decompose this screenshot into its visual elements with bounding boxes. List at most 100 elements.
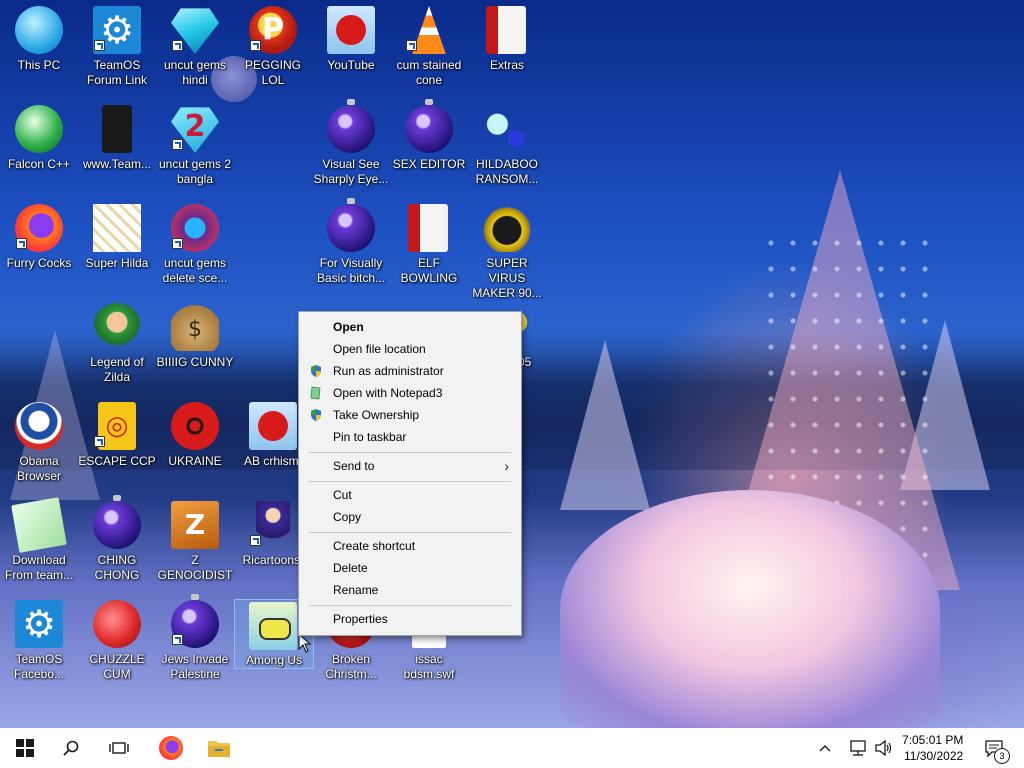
uac-shield-icon bbox=[311, 365, 321, 377]
obama-logo-icon bbox=[15, 402, 63, 450]
shortcut-arrow-icon bbox=[94, 40, 105, 51]
desktop-icon-super-hilda[interactable]: Super Hilda bbox=[78, 198, 156, 292]
clock[interactable]: 7:05:01 PM 11/30/2022 bbox=[896, 728, 968, 768]
menu-separator bbox=[309, 605, 511, 606]
desktop-icon-youtube[interactable]: YouTube bbox=[312, 0, 390, 94]
desktop[interactable]: This PC Falcon C++ Furry Cocks Obama Bro… bbox=[0, 0, 1024, 728]
menu-separator bbox=[309, 452, 511, 453]
desktop-icon-ching-chong[interactable]: CHING CHONG bbox=[78, 495, 156, 589]
desktop-icon-ukraine[interactable]: UKRAINE bbox=[156, 396, 234, 490]
desktop-icon-sex-editor[interactable]: SEX EDITOR bbox=[390, 99, 468, 193]
menu-item-open-file-location[interactable]: Open file location bbox=[299, 338, 519, 360]
desktop-icon-teamos-forum-link[interactable]: ⚙ TeamOS Forum Link bbox=[78, 0, 156, 94]
z-block-icon: Z bbox=[171, 501, 219, 549]
taskbar: 7:05:01 PM 11/30/2022 3 bbox=[0, 728, 1024, 768]
windows-logo-icon bbox=[16, 739, 34, 757]
search-button[interactable] bbox=[48, 728, 94, 768]
icon-label: ESCAPE CCP bbox=[78, 454, 156, 468]
menu-item-label: Run as administrator bbox=[333, 364, 444, 378]
volume-button[interactable] bbox=[872, 728, 896, 768]
shortcut-arrow-icon bbox=[16, 238, 27, 249]
ornament-ball-icon bbox=[327, 198, 375, 252]
icon-label: cum stained cone bbox=[396, 58, 462, 87]
desktop-icon-falcon-cpp[interactable]: Falcon C++ bbox=[0, 99, 78, 193]
desktop-icon-z-genocidist[interactable]: Z Z GENOCIDIST bbox=[156, 495, 234, 589]
menu-item-label: Send to bbox=[333, 459, 375, 473]
menu-item-rename[interactable]: Rename bbox=[299, 579, 519, 601]
shortcut-arrow-icon bbox=[172, 40, 183, 51]
menu-item-copy[interactable]: Copy bbox=[299, 506, 519, 528]
desktop-icon-biiiig-cunny[interactable]: $ BIIIIG CUNNY bbox=[156, 297, 234, 391]
menu-separator bbox=[309, 532, 511, 533]
menu-item-open-with-notepad3[interactable]: Open with Notepad3 bbox=[299, 382, 519, 404]
taskbar-firefox[interactable] bbox=[148, 728, 194, 768]
shortcut-arrow-icon bbox=[172, 139, 183, 150]
icon-label: TeamOS Facebo... bbox=[13, 652, 65, 681]
uac-shield-icon bbox=[311, 409, 321, 421]
speaker-icon bbox=[875, 739, 892, 757]
icon-label: Jews Invade Palestine bbox=[161, 652, 229, 681]
desktop-icon-chuzzle-cum[interactable]: CHUZZLE CUM bbox=[78, 594, 156, 688]
shortcut-arrow-icon bbox=[250, 535, 261, 546]
icon-label: Furry Cocks bbox=[6, 256, 72, 270]
shortcut-arrow-icon bbox=[94, 436, 105, 447]
taskbar-file-explorer[interactable] bbox=[196, 728, 242, 768]
menu-item-send-to[interactable]: Send to › bbox=[299, 455, 519, 477]
clock-time: 7:05:01 PM bbox=[902, 733, 964, 747]
desktop-icon-super-virus-maker[interactable]: SUPER VIRUS MAKER 90... bbox=[468, 198, 546, 300]
icon-label: SUPER VIRUS MAKER 90... bbox=[472, 256, 542, 300]
desktop-icon-furry-cocks[interactable]: Furry Cocks bbox=[0, 198, 78, 292]
task-view-button[interactable] bbox=[96, 728, 142, 768]
menu-separator bbox=[309, 481, 511, 482]
menu-item-create-shortcut[interactable]: Create shortcut bbox=[299, 535, 519, 557]
virus-maker-icon bbox=[483, 204, 531, 252]
desktop-icon-escape-ccp[interactable]: ◎ ESCAPE CCP bbox=[78, 396, 156, 490]
cartoon-character-icon bbox=[256, 501, 290, 549]
desktop-icon-visual-see-sharply[interactable]: Visual See Sharply Eye... bbox=[312, 99, 390, 193]
action-center-button[interactable]: 3 bbox=[978, 728, 1010, 768]
desktop-icon-cum-stained-cone[interactable]: cum stained cone bbox=[390, 0, 468, 94]
icon-label: UKRAINE bbox=[168, 454, 222, 468]
clock-date: 11/30/2022 bbox=[904, 749, 964, 763]
angry-bird-icon bbox=[327, 6, 375, 54]
desktop-icon-pegging-lol[interactable]: P PEGGING LOL bbox=[234, 0, 312, 94]
show-hidden-icons-button[interactable] bbox=[814, 728, 836, 768]
menu-item-open[interactable]: Open bbox=[299, 316, 519, 338]
radiation-icon bbox=[171, 402, 219, 450]
desktop-icon-uncut-gems-hindi[interactable]: uncut gems hindi bbox=[156, 0, 234, 94]
icon-label: Broken Christm... bbox=[325, 652, 377, 681]
menu-item-properties[interactable]: Properties bbox=[299, 608, 519, 630]
desktop-icon-elf-bowling[interactable]: ELF BOWLING bbox=[390, 198, 468, 292]
shortcut-arrow-icon bbox=[406, 40, 417, 51]
desktop-icon-for-visually-basic[interactable]: For Visually Basic bitch... bbox=[312, 198, 390, 292]
wallpaper-pine bbox=[560, 340, 650, 510]
desktop-icon-jews-invade-palestine[interactable]: Jews Invade Palestine bbox=[156, 594, 234, 688]
icon-label: PEGGING LOL bbox=[244, 58, 301, 87]
money-bag-icon: $ bbox=[171, 303, 219, 351]
desktop-icon-legend-of-zilda[interactable]: Legend of Zilda bbox=[78, 297, 156, 391]
computer-icon bbox=[15, 6, 63, 54]
start-button[interactable] bbox=[2, 728, 48, 768]
shortcut-arrow-icon bbox=[172, 238, 183, 249]
menu-item-take-ownership[interactable]: Take Ownership bbox=[299, 404, 519, 426]
desktop-icon-download-from-team[interactable]: Download From team... bbox=[0, 495, 78, 589]
menu-item-pin-to-taskbar[interactable]: Pin to taskbar bbox=[299, 426, 519, 448]
icon-label: Legend of Zilda bbox=[90, 355, 144, 384]
menu-item-run-as-administrator[interactable]: Run as administrator bbox=[299, 360, 519, 382]
mouse-cursor-icon bbox=[298, 633, 312, 653]
desktop-icon-uncut-gems-2-bangla[interactable]: 2 uncut gems 2 bangla bbox=[156, 99, 234, 193]
menu-item-label: Open with Notepad3 bbox=[333, 386, 443, 400]
desktop-icon-this-pc[interactable]: This PC bbox=[0, 0, 78, 94]
desktop-icon-teamos-facebook[interactable]: ⚙ TeamOS Facebo... bbox=[0, 594, 78, 688]
desktop-icon-www-team[interactable]: www.Team... bbox=[78, 99, 156, 193]
menu-item-delete[interactable]: Delete bbox=[299, 557, 519, 579]
desktop-icon-uncut-gems-delete[interactable]: uncut gems delete sce... bbox=[156, 198, 234, 292]
desktop-icon-extras[interactable]: Extras bbox=[468, 0, 546, 94]
desktop-icon-hildaboo-ransom[interactable]: HILDABOO RANSOM... bbox=[468, 99, 546, 193]
network-button[interactable] bbox=[846, 728, 870, 768]
desktop-icon-obama-browser[interactable]: Obama Browser bbox=[0, 396, 78, 490]
icon-label: SEX EDITOR bbox=[392, 157, 466, 171]
icon-label: Z GENOCIDIST bbox=[157, 553, 233, 582]
icon-label: uncut gems 2 bangla bbox=[158, 157, 232, 186]
menu-item-cut[interactable]: Cut bbox=[299, 484, 519, 506]
